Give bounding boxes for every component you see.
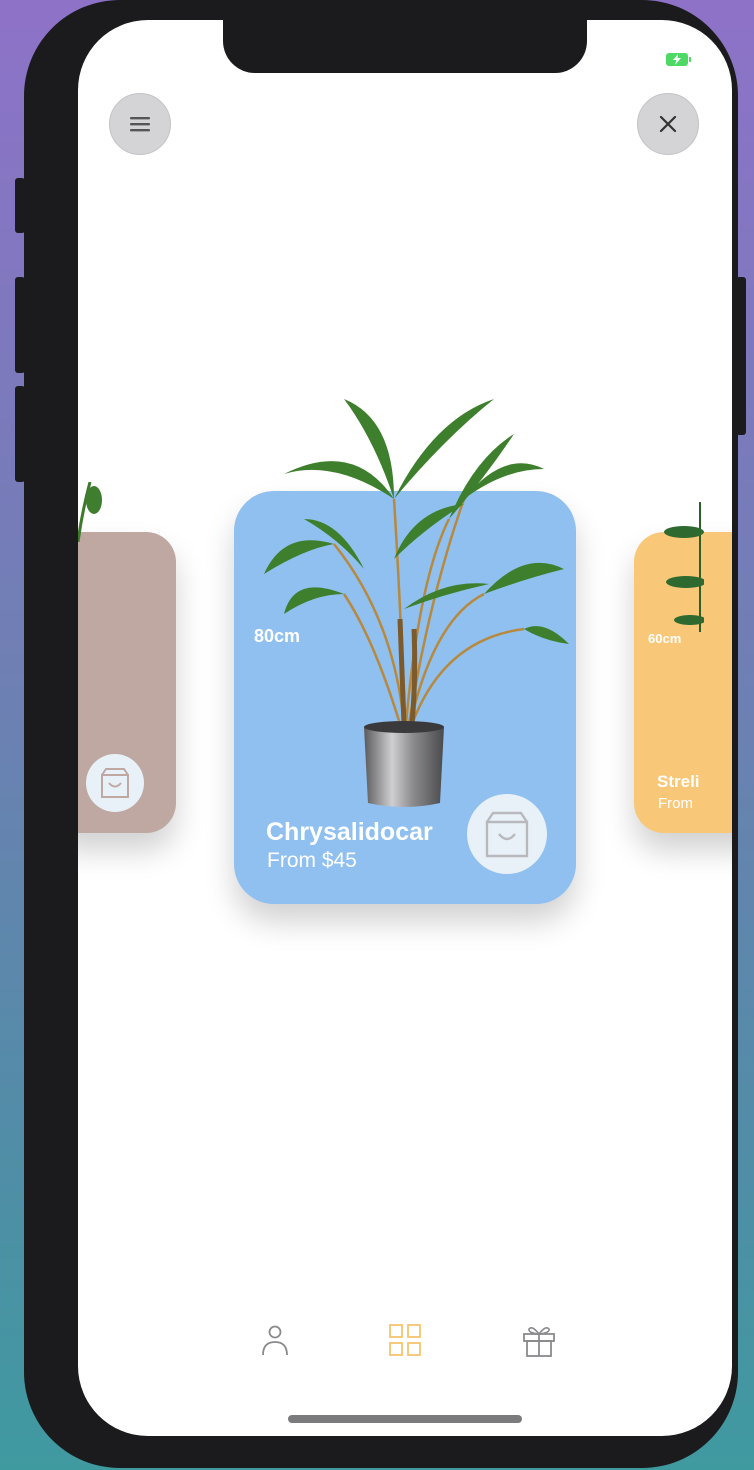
shopping-bag-icon [485,811,529,858]
plant-card-main[interactable]: 80cm Chrysalidocar From $45 [234,399,576,904]
close-button[interactable] [637,93,699,155]
tab-catalog[interactable] [385,1320,425,1360]
phone-frame: 80cm Chrysalidocar From $45 60cm Streli … [24,0,738,1468]
tab-profile[interactable] [255,1320,295,1360]
plant-image [264,399,569,807]
menu-button[interactable] [109,93,171,155]
plant-price: From [658,795,693,812]
plant-size-label: 60cm [648,631,682,646]
profile-icon [262,1325,288,1356]
gift-icon [523,1327,555,1357]
tab-gifts[interactable] [519,1320,559,1360]
home-indicator[interactable] [288,1415,522,1423]
close-icon [659,115,677,133]
notch [223,20,587,73]
plant-name: Chrysalidocar [266,818,433,846]
plant-name: Streli [657,772,700,791]
plant-image [78,482,102,542]
app-screen: 80cm Chrysalidocar From $45 60cm Streli … [78,20,732,1436]
shopping-bag-icon [101,768,129,798]
battery-charging-icon [666,53,691,66]
plant-card-left[interactable] [78,482,176,833]
plant-image [664,502,704,632]
plant-price: From $45 [267,849,357,872]
menu-icon [130,117,150,132]
plant-card-right[interactable]: 60cm Streli From [634,502,732,833]
grid-icon [389,1324,421,1356]
add-to-cart-button[interactable] [86,754,144,812]
add-to-cart-button[interactable] [467,794,547,874]
